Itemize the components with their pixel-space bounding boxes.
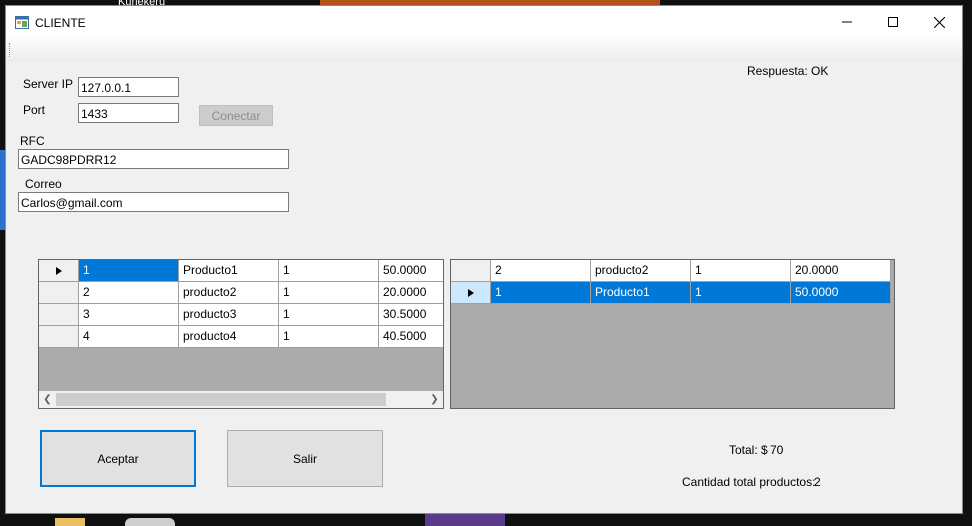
current-row-arrow-icon <box>55 266 62 275</box>
close-icon <box>933 16 945 28</box>
cell-name[interactable]: producto4 <box>179 326 279 348</box>
cell-name[interactable]: producto3 <box>179 304 279 326</box>
cell-id[interactable]: 2 <box>79 282 179 304</box>
toolstrip <box>6 38 962 62</box>
cell-price[interactable]: 30.5000 <box>379 304 443 326</box>
horizontal-scrollbar[interactable]: ❮ ❯ <box>39 391 443 408</box>
cell-name[interactable]: producto2 <box>179 282 279 304</box>
row-header[interactable] <box>39 260 79 282</box>
row-header[interactable] <box>39 304 79 326</box>
maximize-icon <box>888 17 898 27</box>
total-value: 70 <box>770 443 784 457</box>
cart-row[interactable]: 2 producto2 1 20.0000 <box>451 260 891 282</box>
connect-button[interactable]: Conectar <box>199 105 273 126</box>
scroll-track[interactable] <box>56 391 426 408</box>
toolstrip-grip[interactable] <box>9 43 12 57</box>
catalog-row[interactable]: 1 Producto1 1 50.0000 <box>39 260 443 282</box>
maximize-button[interactable] <box>870 6 916 38</box>
catalog-row[interactable]: 4 producto4 1 40.5000 <box>39 326 443 348</box>
server-ip-label: Server IP <box>23 77 74 91</box>
cell-qty[interactable]: 1 <box>279 260 379 282</box>
app-form-icon <box>15 16 29 29</box>
title-bar[interactable]: CLIENTE <box>6 6 962 38</box>
cell-name[interactable]: producto2 <box>591 260 691 282</box>
row-header[interactable] <box>39 326 79 348</box>
cell-id[interactable]: 2 <box>491 260 591 282</box>
port-label: Port <box>23 103 46 117</box>
cell-id[interactable]: 1 <box>79 260 179 282</box>
exit-button[interactable]: Salir <box>227 430 383 487</box>
scroll-left-icon[interactable]: ❮ <box>39 391 56 408</box>
accept-button[interactable]: Aceptar <box>40 430 196 487</box>
cliente-window: CLIENTE Server IP 127.0.0.1 Port 1433 Co… <box>5 5 963 514</box>
rfc-label: RFC <box>20 134 45 148</box>
email-label: Correo <box>25 177 62 191</box>
catalog-grid[interactable]: 1 Producto1 1 50.0000 2 producto2 1 20.0… <box>38 259 444 409</box>
cell-price[interactable]: 20.0000 <box>791 260 891 282</box>
catalog-row[interactable]: 2 producto2 1 20.0000 <box>39 282 443 304</box>
cell-id[interactable]: 3 <box>79 304 179 326</box>
catalog-row[interactable]: 3 producto3 1 30.5000 <box>39 304 443 326</box>
cell-price[interactable]: 40.5000 <box>379 326 443 348</box>
cell-qty[interactable]: 1 <box>691 260 791 282</box>
cart-grid[interactable]: 2 producto2 1 20.0000 1 Producto1 1 50.0… <box>450 259 895 409</box>
current-row-arrow-icon <box>467 288 474 297</box>
cell-price[interactable]: 50.0000 <box>379 260 443 282</box>
cell-qty[interactable]: 1 <box>279 282 379 304</box>
product-count-label: Cantidad total productos: <box>682 475 816 489</box>
cart-row-selected[interactable]: 1 Producto1 1 50.0000 <box>451 282 891 304</box>
cell-qty[interactable]: 1 <box>279 304 379 326</box>
cell-name[interactable]: Producto1 <box>179 260 279 282</box>
close-button[interactable] <box>916 6 962 38</box>
product-count-value: 2 <box>814 475 821 489</box>
total-label: Total: $ <box>729 443 768 457</box>
minimize-icon <box>842 21 852 23</box>
server-ip-input[interactable]: 127.0.0.1 <box>78 77 179 97</box>
desktop-icon-fragment <box>55 518 85 526</box>
cell-price[interactable]: 50.0000 <box>791 282 891 304</box>
scroll-thumb[interactable] <box>56 393 386 406</box>
row-header[interactable] <box>451 282 491 304</box>
cell-price[interactable]: 20.0000 <box>379 282 443 304</box>
cell-qty[interactable]: 1 <box>691 282 791 304</box>
response-status: Respuesta: OK <box>747 64 829 78</box>
email-input[interactable]: Carlos@gmail.com <box>18 192 289 212</box>
cell-id[interactable]: 4 <box>79 326 179 348</box>
cell-qty[interactable]: 1 <box>279 326 379 348</box>
row-header[interactable] <box>39 282 79 304</box>
cell-id[interactable]: 1 <box>491 282 591 304</box>
rfc-input[interactable]: GADC98PDRR12 <box>18 149 289 169</box>
row-header[interactable] <box>451 260 491 282</box>
minimize-button[interactable] <box>824 6 870 38</box>
desktop-icon-fragment <box>125 518 175 526</box>
port-input[interactable]: 1433 <box>78 103 179 123</box>
cell-name[interactable]: Producto1 <box>591 282 691 304</box>
scroll-right-icon[interactable]: ❯ <box>426 391 443 408</box>
window-title: CLIENTE <box>35 16 86 30</box>
